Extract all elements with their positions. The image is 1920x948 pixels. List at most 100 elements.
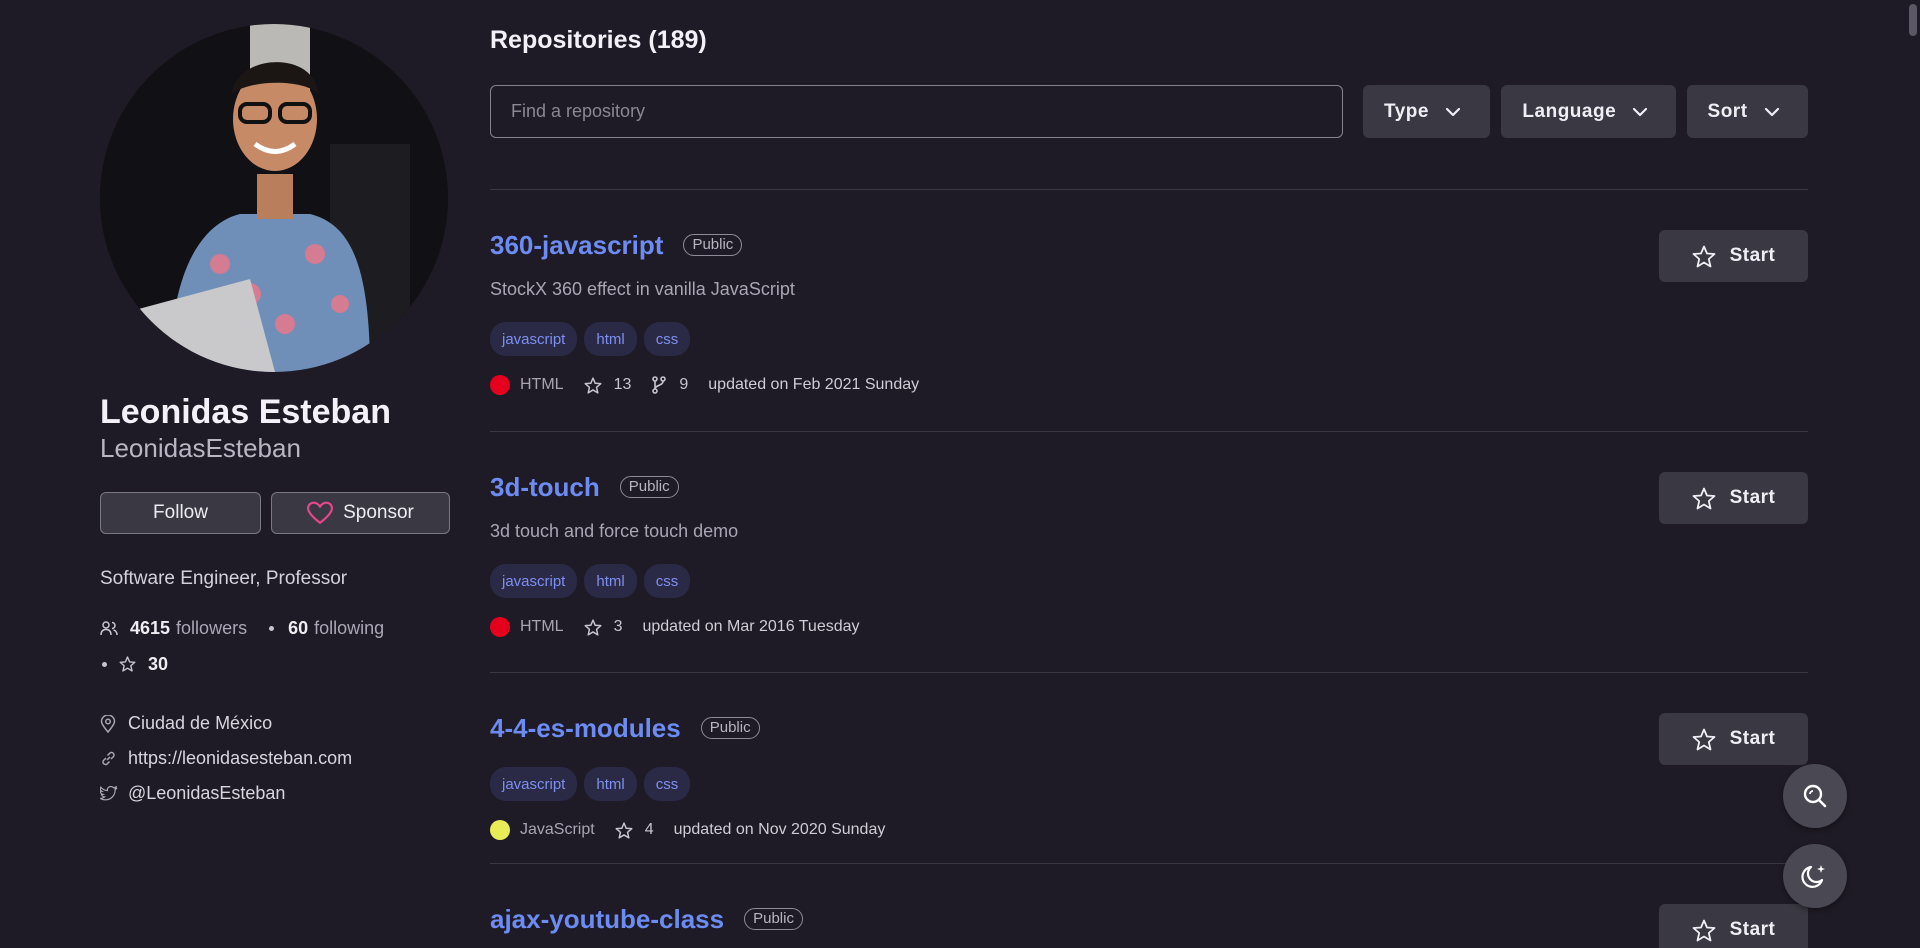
star-button[interactable]: Start [1659, 472, 1808, 524]
repo-meta: HTML 3 updated on Mar 2016 Tuesday [490, 617, 1808, 637]
followers-label[interactable]: followers [176, 610, 247, 646]
visibility-badge: Public [619, 476, 679, 498]
star-button-label: Start [1729, 728, 1776, 749]
repositories-panel: Repositories (189) Type Language Sort 36… [490, 0, 1808, 948]
language-color-dot [490, 820, 510, 840]
repo-name-link[interactable]: 3d-touch [490, 472, 600, 503]
profile-stats: 4615 followers 60 following 30 [100, 610, 450, 682]
repo-updated: updated on Mar 2016 Tuesday [642, 618, 860, 635]
avatar [100, 24, 448, 372]
topic-tag[interactable]: html [584, 564, 637, 598]
topic-tag[interactable]: html [584, 767, 637, 801]
theme-toggle-button[interactable] [1783, 844, 1847, 908]
website-link[interactable]: https://leonidasesteban.com [128, 748, 352, 769]
location-text: Ciudad de México [128, 713, 273, 733]
scrollbar-track[interactable] [1906, 0, 1920, 948]
profile-website[interactable]: https://leonidasesteban.com [100, 741, 450, 776]
heart-icon [307, 501, 334, 525]
repo-forks[interactable]: 9 [679, 376, 688, 394]
follow-button[interactable]: Follow [100, 492, 261, 534]
repo-item: ajax-youtube-class Public Start [490, 864, 1808, 948]
repo-meta: JavaScript 4 updated on Nov 2020 Sunday [490, 820, 1808, 840]
people-icon [100, 620, 118, 636]
topic-tag[interactable]: css [643, 564, 691, 598]
star-button-label: Start [1729, 245, 1776, 266]
search-input[interactable] [490, 85, 1343, 138]
profile-location: Ciudad de México [100, 706, 450, 741]
search-fab-button[interactable] [1783, 764, 1847, 828]
profile-details: Ciudad de México https://leonidasesteban… [100, 706, 450, 811]
star-button[interactable]: Start [1659, 230, 1808, 282]
language-color-dot [490, 375, 510, 395]
follow-label: Follow [153, 502, 208, 523]
star-icon [1692, 245, 1716, 268]
moon-sparkle-icon [1800, 861, 1830, 891]
repo-stars[interactable]: 4 [645, 821, 654, 839]
page-title: Repositories (189) [490, 26, 707, 54]
chevron-down-icon [1764, 107, 1780, 117]
star-icon [1692, 728, 1716, 751]
language-color-dot [490, 617, 510, 637]
topic-tag[interactable]: html [584, 322, 637, 356]
search-zoom-icon [1801, 782, 1829, 810]
separator-dot [102, 661, 107, 667]
visibility-badge: Public [744, 908, 803, 930]
chevron-down-icon [1632, 107, 1648, 117]
twitter-handle[interactable]: @LeonidasEsteban [128, 783, 285, 804]
repo-item: 360-javascript Public StockX 360 effect … [490, 190, 1808, 432]
topic-tag[interactable]: css [643, 322, 691, 356]
profile-name: Leonidas Esteban [100, 393, 391, 431]
repo-name-link[interactable]: 4-4-es-modules [490, 713, 681, 744]
followers-count[interactable]: 4615 [130, 610, 170, 646]
star-icon [119, 656, 136, 672]
star-icon [615, 821, 633, 839]
star-icon [584, 376, 602, 394]
repo-name-link[interactable]: ajax-youtube-class [490, 904, 724, 935]
sponsor-label: Sponsor [343, 502, 414, 523]
topic-tag[interactable]: javascript [490, 767, 578, 801]
type-dropdown[interactable]: Type [1363, 85, 1491, 138]
profile-sidebar: Leonidas Esteban LeonidasEsteban Follow … [100, 24, 450, 811]
filter-bar: Type Language Sort [490, 85, 1808, 138]
language-dropdown[interactable]: Language [1501, 85, 1676, 138]
repo-language: HTML [520, 376, 564, 393]
location-pin-icon [100, 714, 118, 733]
profile-username: LeonidasEsteban [100, 433, 301, 463]
sort-dropdown[interactable]: Sort [1686, 85, 1808, 138]
sort-dropdown-label: Sort [1707, 100, 1748, 122]
repo-description: 3d touch and force touch demo [490, 521, 739, 541]
stars-count[interactable]: 30 [148, 646, 168, 682]
star-button[interactable]: Start [1659, 713, 1808, 765]
star-icon [1692, 487, 1716, 510]
repo-item: 3d-touch Public 3d touch and force touch… [490, 432, 1808, 673]
visibility-badge: Public [700, 717, 760, 739]
twitter-icon [100, 786, 118, 801]
topic-tag[interactable]: javascript [490, 564, 578, 598]
repo-stars[interactable]: 13 [614, 376, 632, 394]
repo-stars[interactable]: 3 [614, 618, 623, 636]
repo-item: 4-4-es-modules Public javascript html cs… [490, 673, 1808, 864]
repo-topics: javascript html css [490, 322, 1808, 356]
repo-language: HTML [520, 618, 564, 635]
separator-dot [269, 625, 275, 631]
repo-meta: HTML 13 9 updated on Feb 2021 Sunday [490, 375, 1808, 395]
star-button-label: Start [1729, 487, 1776, 508]
profile-twitter[interactable]: @LeonidasEsteban [100, 776, 450, 811]
repo-updated: updated on Feb 2021 Sunday [708, 376, 920, 393]
visibility-badge: Public [683, 234, 743, 256]
topic-tag[interactable]: css [643, 767, 691, 801]
scrollbar-thumb[interactable] [1909, 4, 1917, 36]
star-icon [1692, 919, 1716, 942]
repo-name-link[interactable]: 360-javascript [490, 230, 663, 261]
link-icon [100, 750, 118, 767]
sponsor-button[interactable]: Sponsor [271, 492, 450, 534]
fork-icon [651, 376, 667, 394]
profile-bio: Software Engineer, Professor [100, 568, 348, 589]
topic-tag[interactable]: javascript [490, 322, 578, 356]
star-button[interactable]: Start [1659, 904, 1808, 948]
star-icon [584, 618, 602, 636]
following-label[interactable]: following [314, 610, 384, 646]
chevron-down-icon [1445, 107, 1461, 117]
star-button-label: Start [1729, 919, 1776, 940]
following-count[interactable]: 60 [288, 610, 308, 646]
